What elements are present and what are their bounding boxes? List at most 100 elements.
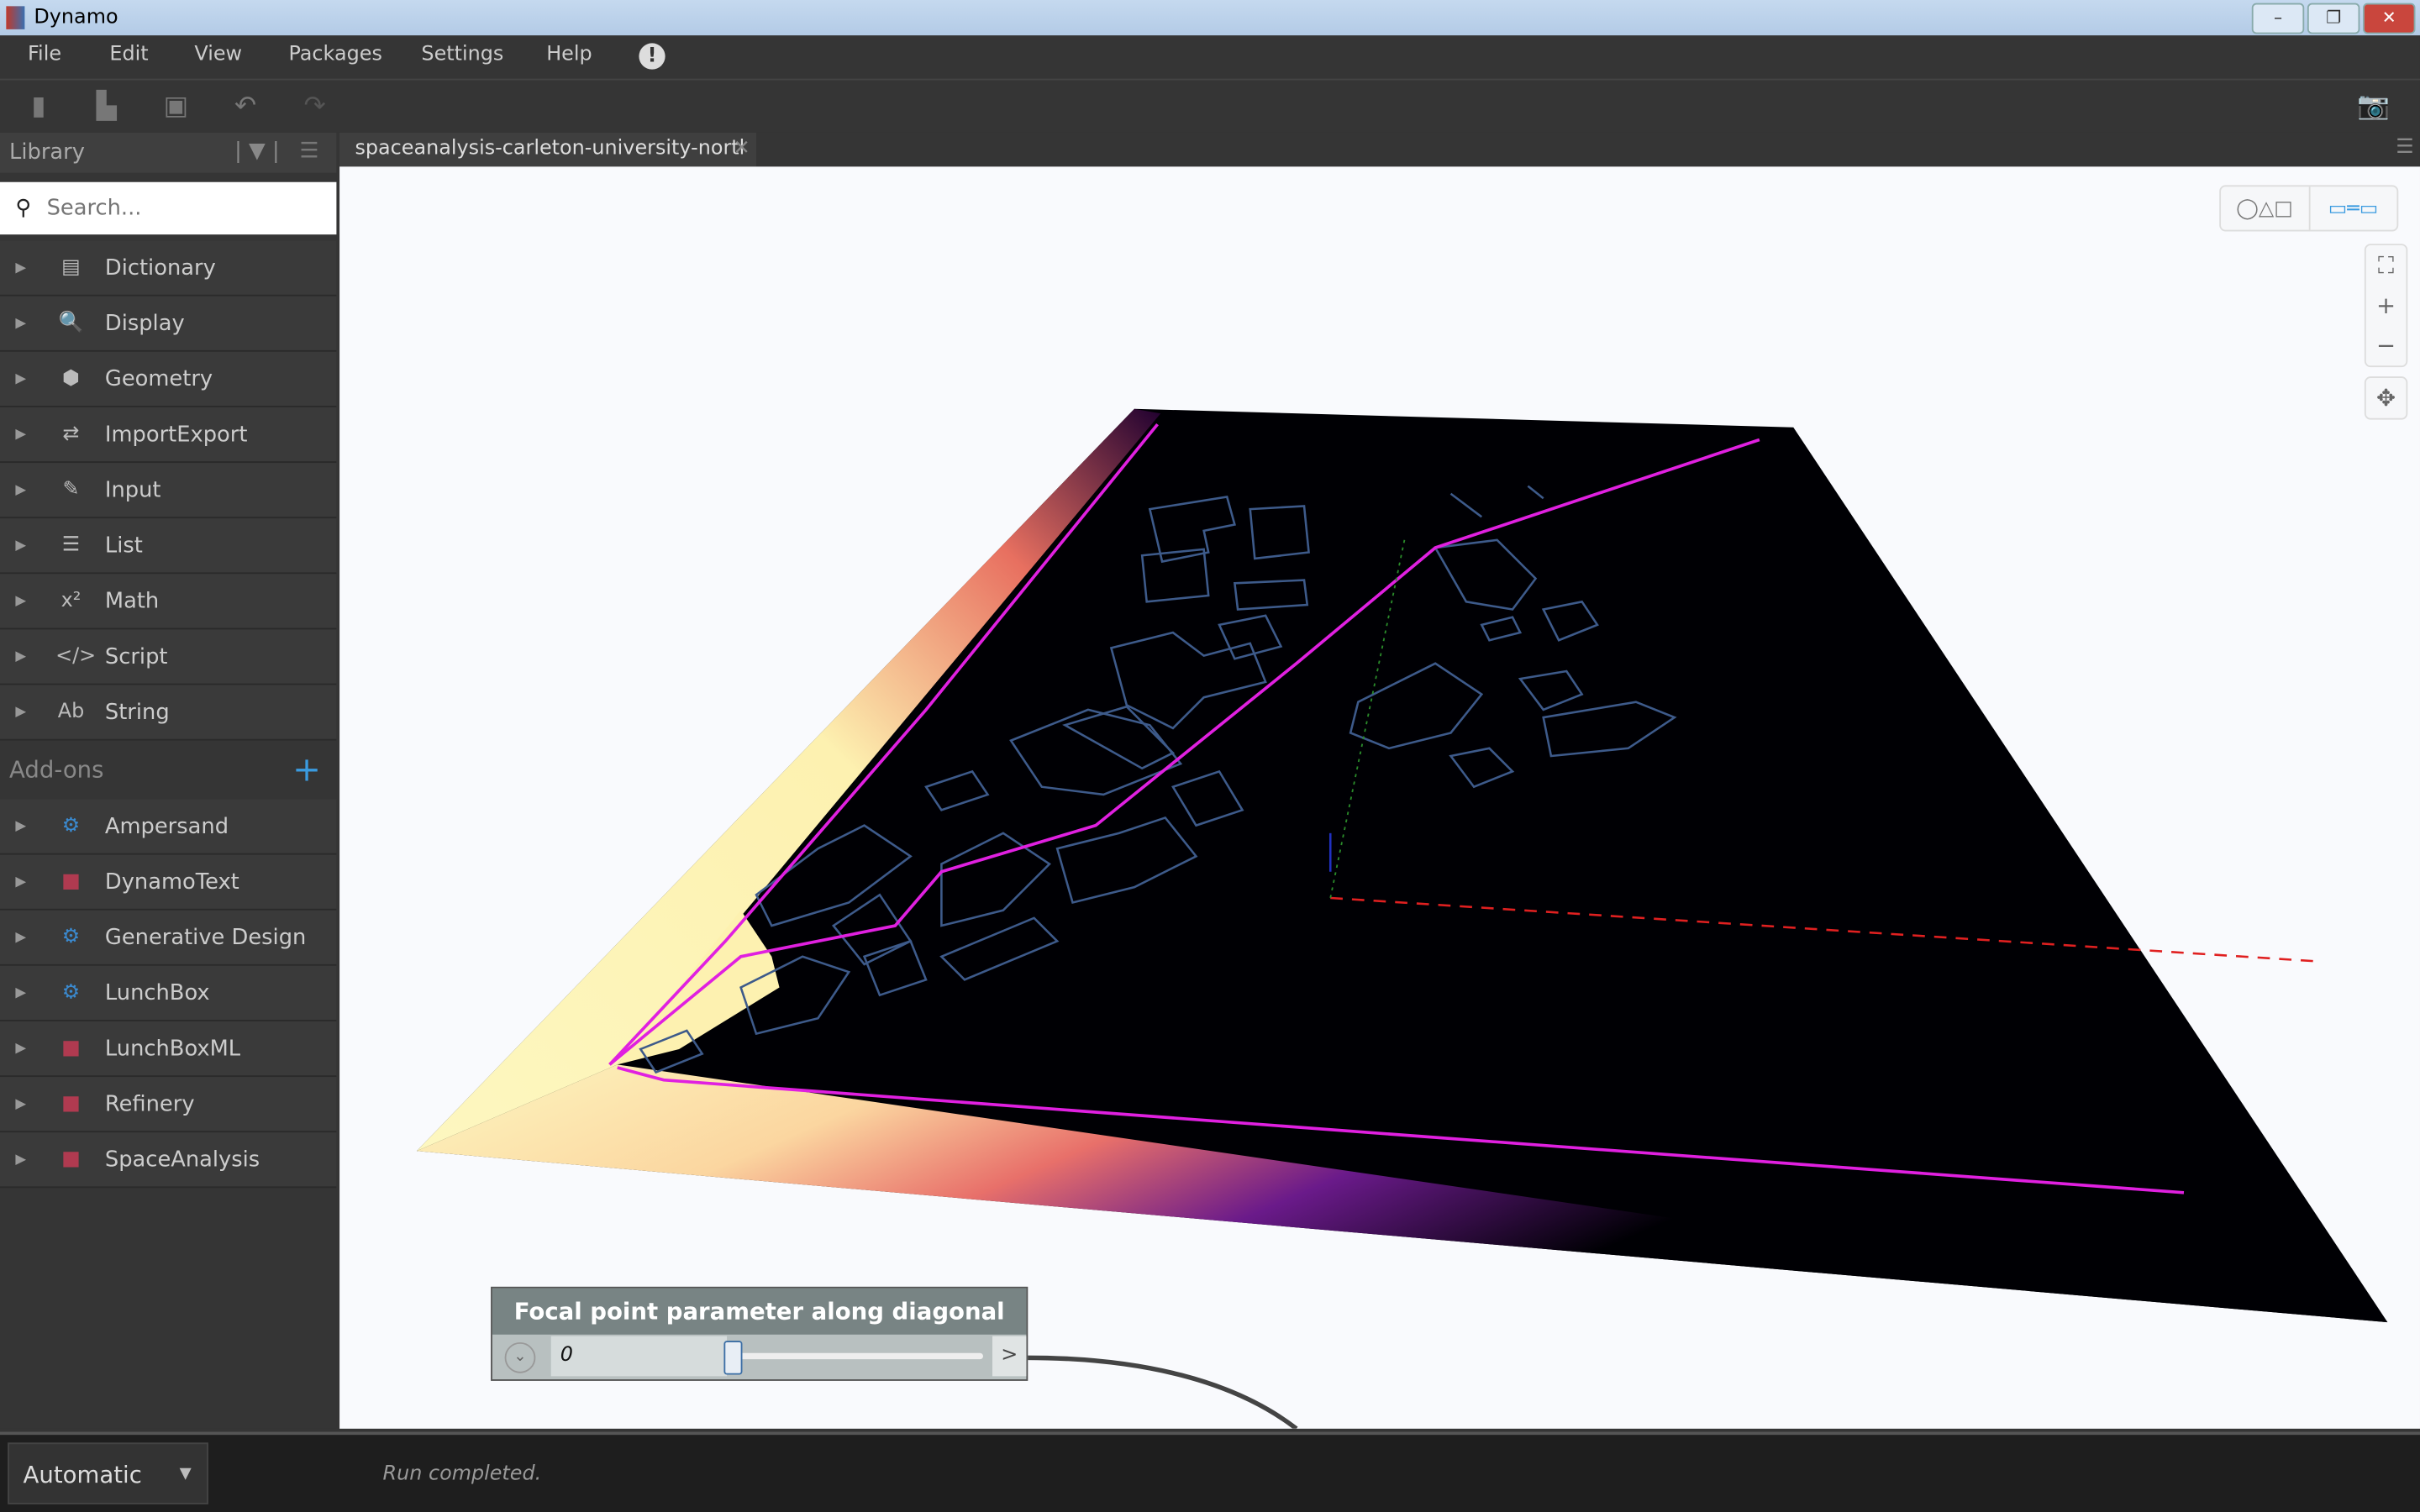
expand-arrow-icon[interactable]: ▶ xyxy=(15,818,30,833)
window-title: Dynamo xyxy=(34,6,118,29)
text-ab-icon: Ab xyxy=(55,701,87,724)
dynamo-window: Dynamo – ❐ ✕ File Edit View Packages Set… xyxy=(0,0,2420,1512)
dynamo-package-icon: ■ xyxy=(55,1148,87,1172)
library-item-dynamotext[interactable]: ▶■DynamoText xyxy=(0,855,336,911)
library-item-string[interactable]: ▶AbString xyxy=(0,685,336,741)
close-button[interactable]: ✕ xyxy=(2363,3,2415,34)
minimize-button[interactable]: – xyxy=(2252,3,2304,34)
slider-value-input[interactable]: 0 xyxy=(551,1336,727,1377)
list-icon: ☰ xyxy=(55,534,87,558)
library-item-label: Input xyxy=(105,477,161,501)
library-item-lunchbox[interactable]: ▶⚙LunchBox xyxy=(0,966,336,1021)
library-item-list[interactable]: ▶ ☰ List xyxy=(0,518,336,574)
zoom-fit-icon[interactable]: ⛶ xyxy=(2366,245,2407,286)
restore-button[interactable]: ❐ xyxy=(2307,3,2360,34)
save-icon[interactable]: ▣ xyxy=(162,92,190,120)
title-bar: Dynamo – ❐ ✕ xyxy=(0,0,2420,35)
menu-view[interactable]: View xyxy=(194,43,242,66)
menu-bar: File Edit View Packages Settings Help ! xyxy=(0,35,2420,80)
tab-workspace[interactable]: spaceanalysis-carleton-university-nortl … xyxy=(339,133,756,166)
library-item-math[interactable]: ▶x²Math xyxy=(0,574,336,629)
graph-view-icon[interactable]: ▭═▭ xyxy=(2310,186,2397,229)
run-mode-value: Automatic xyxy=(24,1461,142,1488)
add-package-button[interactable]: + xyxy=(292,751,321,790)
menu-help[interactable]: Help xyxy=(546,43,592,66)
expand-arrow-icon[interactable]: ▶ xyxy=(15,260,30,275)
library-item-label: Geometry xyxy=(105,366,213,391)
expand-arrow-icon[interactable]: ▶ xyxy=(15,874,30,890)
expand-arrow-icon[interactable]: ▶ xyxy=(15,538,30,553)
library-item-refinery[interactable]: ▶■Refinery xyxy=(0,1077,336,1132)
zoom-out-icon[interactable]: − xyxy=(2366,326,2407,366)
toolbar: ▮ ▙ ▣ ↶ ↷ 📷 xyxy=(0,81,2420,133)
tab-title: spaceanalysis-carleton-university-nortl xyxy=(355,137,744,160)
zoom-in-icon[interactable]: + xyxy=(2366,286,2407,326)
library-item-dictionary[interactable]: ▶ ▤ Dictionary xyxy=(0,241,336,297)
expand-arrow-icon[interactable]: ▶ xyxy=(15,704,30,719)
expand-arrow-icon[interactable]: ▶ xyxy=(15,427,30,442)
expand-arrow-icon[interactable]: ▶ xyxy=(15,648,30,664)
pan-icon[interactable]: ✥ xyxy=(2365,376,2407,419)
expand-arrow-icon[interactable]: ▶ xyxy=(15,985,30,1000)
package-icon: ⚙ xyxy=(55,815,87,838)
search-input[interactable] xyxy=(44,194,313,222)
library-item-label: Refinery xyxy=(105,1091,195,1116)
library-item-importexport[interactable]: ▶⇄ImportExport xyxy=(0,407,336,463)
expand-arrow-icon[interactable]: ▶ xyxy=(15,1041,30,1056)
dynamo-package-icon: ■ xyxy=(55,870,87,894)
expand-arrow-icon[interactable]: ▶ xyxy=(15,930,30,945)
library-item-label: Generative Design xyxy=(105,925,306,949)
library-item-ampersand[interactable]: ▶ ⚙ Ampersand xyxy=(0,799,336,854)
background-3d-preview[interactable]: ◯△□ ▭═▭ ⛶ + − ✥ Focal point parameter al… xyxy=(339,166,2420,1428)
expand-arrow-icon[interactable]: ▶ xyxy=(15,1096,30,1111)
library-item-label: Ampersand xyxy=(105,814,229,838)
node-title: Focal point parameter along diagonal xyxy=(492,1289,1027,1335)
undo-icon[interactable]: ↶ xyxy=(232,92,260,120)
expand-arrow-icon[interactable]: ▶ xyxy=(15,371,30,386)
magnifier-icon: 🔍 xyxy=(55,312,87,335)
new-file-icon[interactable]: ▮ xyxy=(24,92,52,120)
library-item-geometry[interactable]: ▶⬢Geometry xyxy=(0,352,336,407)
library-item-label: Script xyxy=(105,644,168,669)
expand-arrow-icon[interactable]: ▶ xyxy=(15,316,30,331)
output-port[interactable]: > xyxy=(992,1336,1026,1377)
library-item-label: List xyxy=(105,533,143,558)
run-mode-dropdown[interactable]: Automatic ▼ xyxy=(8,1442,208,1504)
wire-connector xyxy=(1026,1357,1296,1428)
number-slider-node[interactable]: Focal point parameter along diagonal ⌄ 0… xyxy=(491,1287,1028,1381)
library-item-lunchboxml[interactable]: ▶■LunchBoxML xyxy=(0,1021,336,1077)
dynamo-package-icon: ■ xyxy=(55,1037,87,1060)
menu-settings[interactable]: Settings xyxy=(421,43,503,66)
tab-close-icon[interactable]: ✕ xyxy=(734,133,750,166)
menu-edit[interactable]: Edit xyxy=(109,43,148,66)
library-item-label: LunchBox xyxy=(105,980,210,1005)
open-file-icon[interactable]: ▙ xyxy=(92,92,120,120)
list-view-icon[interactable]: ☰ xyxy=(299,139,318,163)
menu-file[interactable]: File xyxy=(28,43,61,66)
expand-arrow-icon[interactable]: ▶ xyxy=(15,1152,30,1167)
x-squared-icon: x² xyxy=(55,590,87,613)
library-item-label: Dictionary xyxy=(105,255,216,280)
alert-icon[interactable]: ! xyxy=(639,43,665,69)
3d-preview-scene xyxy=(339,166,2420,1428)
arrows-exchange-icon: ⇄ xyxy=(55,423,87,446)
expand-arrow-icon[interactable]: ▶ xyxy=(15,593,30,608)
menu-packages[interactable]: Packages xyxy=(288,43,381,66)
geometry-view-icon[interactable]: ◯△□ xyxy=(2221,186,2310,229)
slider-track[interactable] xyxy=(739,1353,983,1359)
tab-menu-icon[interactable]: ☰ xyxy=(2396,136,2413,160)
expand-arrow-icon[interactable]: ▶ xyxy=(15,482,30,497)
library-item-display[interactable]: ▶🔍Display xyxy=(0,297,336,352)
chevron-down-icon[interactable]: ⌄ xyxy=(505,1342,536,1373)
camera-icon[interactable]: 📷 xyxy=(2355,92,2392,120)
library-item-input[interactable]: ▶ ✎ Input xyxy=(0,463,336,518)
pencil-icon: ✎ xyxy=(55,478,87,501)
library-item-generative-design[interactable]: ▶⚙Generative Design xyxy=(0,911,336,966)
library-item-script[interactable]: ▶</>Script xyxy=(0,629,336,685)
filter-icon[interactable]: | ▼ | xyxy=(234,139,279,163)
slider-thumb[interactable] xyxy=(723,1341,742,1374)
library-item-spaceanalysis[interactable]: ▶■SpaceAnalysis xyxy=(0,1132,336,1188)
redo-icon[interactable]: ↷ xyxy=(301,92,329,120)
dictionary-icon: ▤ xyxy=(55,256,87,280)
addons-title: Add-ons xyxy=(9,756,103,784)
